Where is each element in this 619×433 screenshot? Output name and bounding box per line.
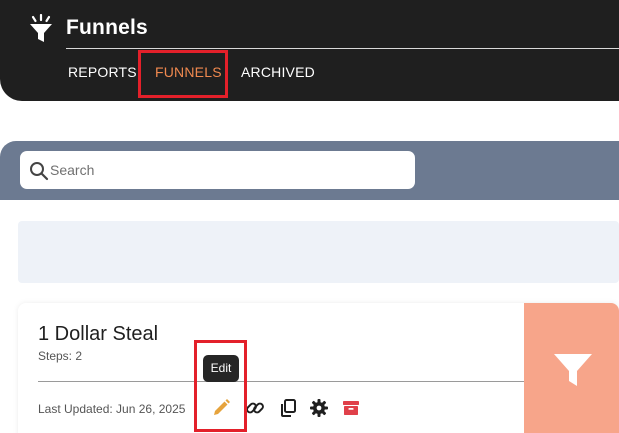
edit-tooltip: Edit [203, 355, 239, 382]
pencil-icon[interactable] [211, 398, 231, 418]
page-title: Funnels [66, 16, 148, 39]
archive-icon[interactable] [341, 398, 361, 418]
filter-panel [18, 221, 619, 283]
card-divider [38, 381, 524, 382]
header-divider [66, 48, 619, 49]
tab-reports[interactable]: REPORTS [68, 64, 137, 80]
funnel-title: 1 Dollar Steal [38, 323, 159, 345]
search-input[interactable] [50, 158, 400, 182]
tab-funnels[interactable]: FUNNELS [155, 64, 222, 80]
filter-icon [554, 354, 592, 386]
copy-icon[interactable] [278, 398, 298, 418]
search-icon [30, 162, 49, 181]
funnel-last-updated: Last Updated: Jun 26, 2025 [38, 402, 186, 416]
funnel-icon [30, 14, 52, 42]
app-header: Funnels REPORTS FUNNELS ARCHIVED [0, 0, 619, 101]
tab-archived[interactable]: ARCHIVED [241, 64, 315, 80]
gear-icon[interactable] [309, 398, 329, 418]
funnel-steps: Steps: 2 [38, 349, 83, 363]
link-icon[interactable] [245, 398, 265, 418]
